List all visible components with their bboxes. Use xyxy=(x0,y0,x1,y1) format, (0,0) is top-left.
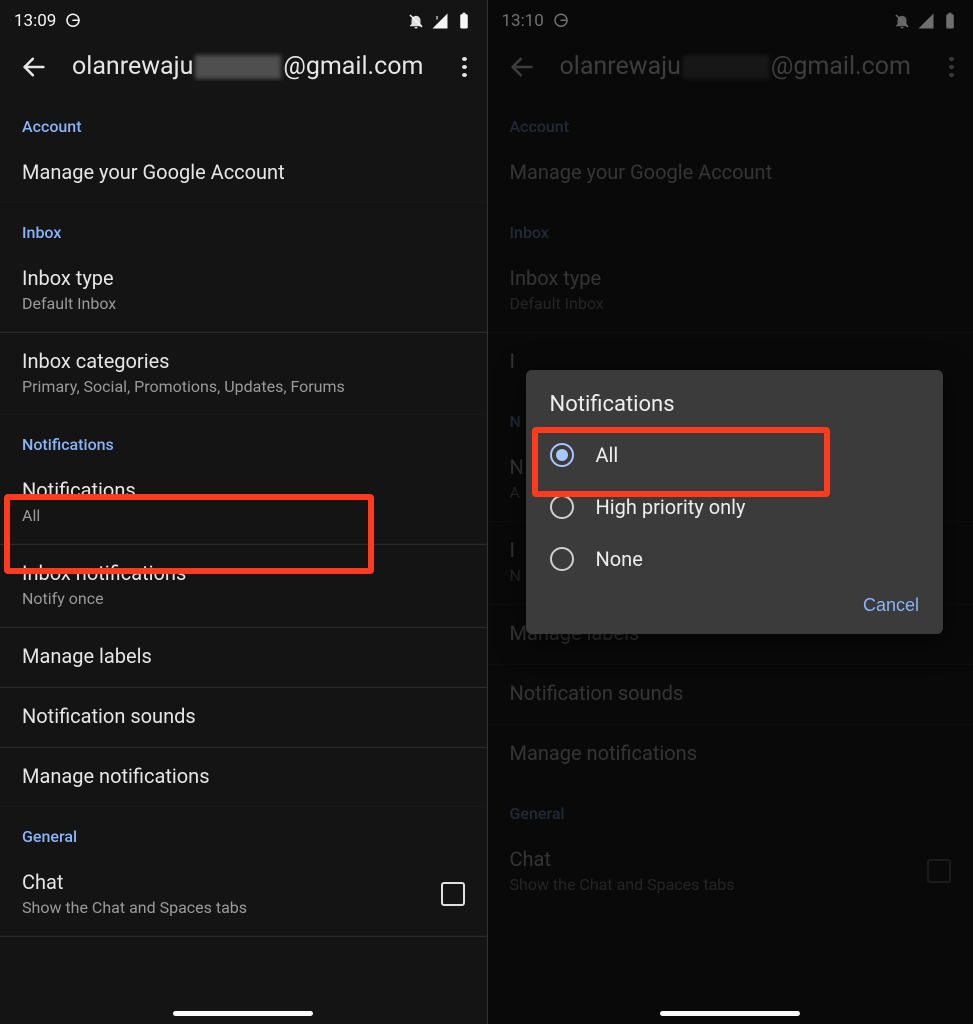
section-notifications: Notifications xyxy=(0,415,487,462)
status-time: 13:09 xyxy=(14,11,56,31)
section-general: General xyxy=(0,807,487,854)
screenshot-right: 13:10 olanrewaju @gmail.com xyxy=(487,0,973,1024)
radio-icon xyxy=(550,495,574,519)
radio-option-high-priority[interactable]: High priority only xyxy=(526,481,944,533)
radio-icon xyxy=(550,547,574,571)
manage-account-item[interactable]: Manage your Google Account xyxy=(0,144,487,203)
nav-pill[interactable] xyxy=(173,1011,313,1016)
chat-toggle-item[interactable]: Chat Show the Chat and Spaces tabs xyxy=(0,854,487,936)
battery-icon xyxy=(455,12,473,30)
screenshot-left: 13:09 x olanrewaju @gmail.com xyxy=(0,0,487,1024)
cancel-button[interactable]: Cancel xyxy=(863,595,919,616)
notification-sounds-item[interactable]: Notification sounds xyxy=(0,688,487,747)
manage-notifications-item[interactable]: Manage notifications xyxy=(0,748,487,807)
overflow-menu-icon[interactable] xyxy=(451,53,479,81)
app-bar: olanrewaju @gmail.com xyxy=(0,36,487,97)
google-icon xyxy=(64,12,82,30)
manage-labels-item[interactable]: Manage labels xyxy=(0,628,487,687)
inbox-categories-item[interactable]: Inbox categories Primary, Social, Promot… xyxy=(0,333,487,415)
inbox-notifications-item[interactable]: Inbox notifications Notify once xyxy=(0,545,487,627)
redacted-text xyxy=(195,55,281,79)
radio-icon xyxy=(550,443,574,467)
page-title: olanrewaju @gmail.com xyxy=(72,52,427,81)
dialog-title: Notifications xyxy=(526,392,944,429)
chat-checkbox[interactable] xyxy=(441,882,465,906)
notifications-dialog: Notifications All High priority only Non… xyxy=(526,370,944,634)
inbox-type-item[interactable]: Inbox type Default Inbox xyxy=(0,250,487,332)
dnd-icon xyxy=(407,12,425,30)
section-inbox: Inbox xyxy=(0,203,487,250)
status-bar: 13:09 x xyxy=(0,0,487,36)
nav-pill[interactable] xyxy=(660,1011,800,1016)
signal-icon: x xyxy=(431,12,449,30)
radio-option-none[interactable]: None xyxy=(526,533,944,585)
svg-text:x: x xyxy=(435,15,438,22)
section-account: Account xyxy=(0,97,487,144)
back-icon[interactable] xyxy=(20,53,48,81)
notifications-item[interactable]: Notifications All xyxy=(0,462,487,544)
radio-option-all[interactable]: All xyxy=(526,429,944,481)
